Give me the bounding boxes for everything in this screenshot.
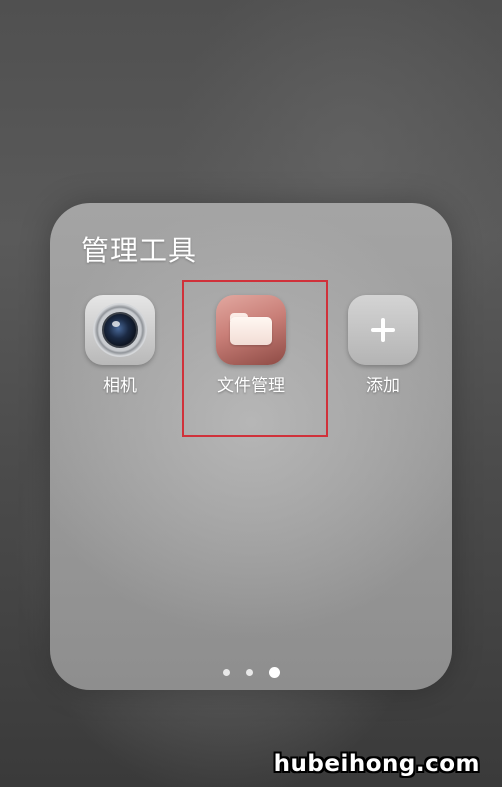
page-dot[interactable] <box>245 669 253 676</box>
highlight-annotation-box <box>182 280 328 437</box>
app-folder: 管理工具 相机 文件管理 添加 <box>50 203 452 690</box>
app-camera[interactable]: 相机 <box>60 295 180 396</box>
home-screen: { "folder": { "title": "管理工具", "apps": [… <box>0 0 502 787</box>
app-label-add: 添加 <box>366 376 400 396</box>
page-dot-active[interactable] <box>268 667 280 678</box>
add-icon[interactable] <box>348 295 418 365</box>
folder-title[interactable]: 管理工具 <box>81 229 197 269</box>
app-add[interactable]: 添加 <box>323 295 443 396</box>
app-label-camera: 相机 <box>103 376 137 396</box>
camera-icon[interactable] <box>85 295 155 365</box>
page-dot[interactable] <box>222 669 230 676</box>
watermark: hubeihong.com <box>273 751 480 777</box>
page-indicator <box>50 667 452 678</box>
